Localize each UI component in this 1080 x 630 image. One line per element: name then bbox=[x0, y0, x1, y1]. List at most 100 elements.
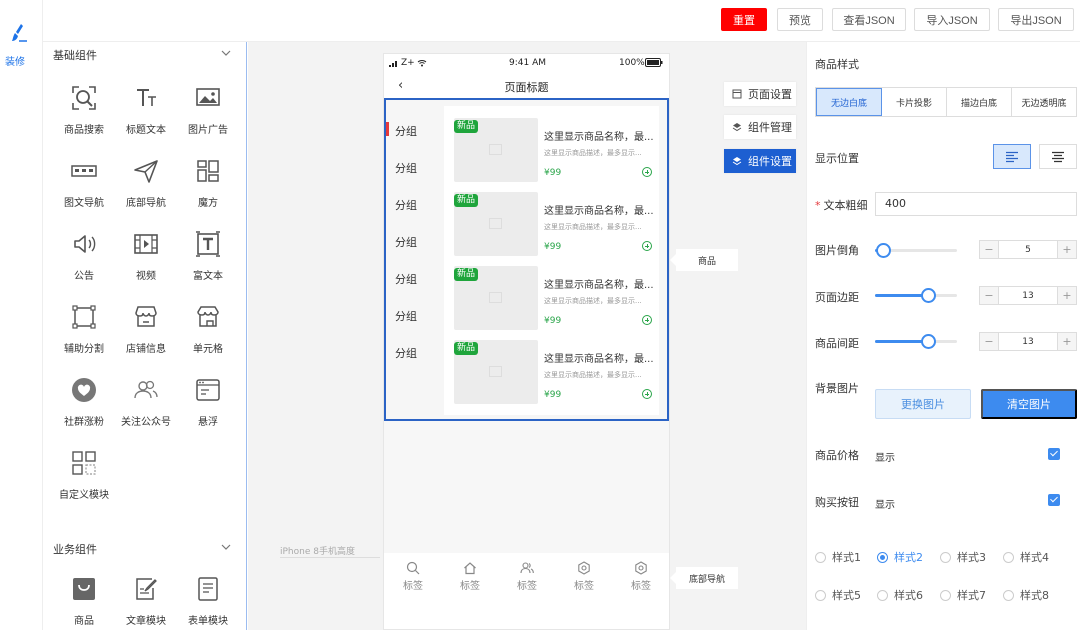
comp-float[interactable]: 悬浮 bbox=[176, 376, 240, 440]
add-cart-icon[interactable] bbox=[642, 389, 652, 399]
add-cart-icon[interactable] bbox=[642, 167, 652, 177]
search-icon bbox=[406, 561, 420, 575]
button-style-radio[interactable]: 样式4 bbox=[1003, 550, 1049, 564]
comp-rich-text[interactable]: 富文本 bbox=[176, 230, 240, 294]
button-style-radio[interactable]: 样式3 bbox=[940, 550, 986, 564]
phone-tabbar[interactable]: 标签 标签 标签 标签 标签 bbox=[384, 553, 669, 629]
increment-button[interactable]: + bbox=[1058, 333, 1076, 350]
comp-form[interactable]: 表单模块 bbox=[176, 575, 240, 630]
preview-button[interactable]: 预览 bbox=[777, 8, 823, 31]
image-placeholder-icon bbox=[489, 292, 502, 303]
comp-cell[interactable]: 单元格 bbox=[176, 303, 240, 367]
style-option[interactable]: 无边白底 bbox=[816, 88, 882, 116]
page-settings-label: 页面设置 bbox=[748, 88, 792, 101]
page-settings-button[interactable]: 页面设置 bbox=[724, 82, 796, 106]
gap-slider[interactable] bbox=[875, 334, 957, 349]
comp-title-text[interactable]: 标题文本 bbox=[114, 84, 178, 148]
tab-item[interactable]: 标签 bbox=[559, 561, 609, 592]
component-settings-button[interactable]: 组件设置 bbox=[724, 149, 796, 173]
tab-item[interactable]: 标签 bbox=[388, 561, 438, 592]
align-left-button[interactable] bbox=[993, 144, 1031, 169]
clear-image-button[interactable]: 清空图片 bbox=[981, 389, 1077, 419]
comp-bottom-nav[interactable]: 底部导航 bbox=[114, 157, 178, 221]
button-style-radio[interactable]: 样式1 bbox=[815, 550, 861, 564]
stepper-value[interactable]: 13 bbox=[998, 333, 1058, 350]
radius-slider[interactable] bbox=[875, 243, 957, 258]
tab-item[interactable]: 标签 bbox=[502, 561, 552, 592]
group-item[interactable]: 分组 bbox=[386, 297, 444, 334]
stepper-value[interactable]: 5 bbox=[998, 241, 1058, 258]
decrement-button[interactable]: − bbox=[980, 241, 998, 258]
comp-custom-module[interactable]: 自定义模块 bbox=[52, 449, 116, 513]
decrement-button[interactable]: − bbox=[980, 287, 998, 304]
goods-price-checkbox[interactable] bbox=[1048, 448, 1060, 460]
comp-label: 公告 bbox=[74, 271, 94, 282]
style-option[interactable]: 描边白底 bbox=[947, 88, 1012, 116]
group-item[interactable]: 分组 bbox=[386, 334, 444, 371]
comp-image-ad[interactable]: 图片广告 bbox=[176, 84, 240, 148]
buy-button-checkbox[interactable] bbox=[1048, 494, 1060, 506]
goods-name: 这里显示商品名称，最... bbox=[544, 280, 654, 291]
group-item[interactable]: 分组 bbox=[386, 149, 444, 186]
comp-image-nav[interactable]: 图文导航 bbox=[52, 157, 116, 221]
font-weight-input[interactable]: 400 bbox=[875, 192, 1077, 216]
comp-follow-account[interactable]: 关注公众号 bbox=[114, 376, 178, 440]
export-json-button[interactable]: 导出JSON bbox=[998, 8, 1074, 31]
goods-style-selector: 无边白底 卡片投影 描边白底 无边透明底 bbox=[815, 87, 1077, 117]
change-image-button[interactable]: 更换图片 bbox=[875, 389, 971, 419]
status-time: 9:41 AM bbox=[509, 58, 546, 68]
comp-magic-cube[interactable]: 魔方 bbox=[176, 157, 240, 221]
import-json-button[interactable]: 导入JSON bbox=[914, 8, 990, 31]
comp-divider[interactable]: 辅助分割 bbox=[52, 303, 116, 367]
comp-store-info[interactable]: 店铺信息 bbox=[114, 303, 178, 367]
align-center-button[interactable] bbox=[1039, 144, 1077, 169]
button-style-radio[interactable]: 样式7 bbox=[940, 588, 986, 602]
slider-knob[interactable] bbox=[875, 243, 891, 258]
slider-knob[interactable] bbox=[920, 334, 936, 349]
button-style-radio[interactable]: 样式6 bbox=[877, 588, 923, 602]
view-json-button[interactable]: 查看JSON bbox=[832, 8, 906, 31]
group-item[interactable]: 分组 bbox=[386, 260, 444, 297]
increment-button[interactable]: + bbox=[1058, 287, 1076, 304]
style-option[interactable]: 无边透明底 bbox=[1012, 88, 1076, 116]
button-style-radio[interactable]: 样式8 bbox=[1003, 588, 1049, 602]
comp-community[interactable]: 社群涨粉 bbox=[52, 376, 116, 440]
margin-slider[interactable] bbox=[875, 288, 957, 303]
tab-item[interactable]: 标签 bbox=[616, 561, 666, 592]
decorate-label[interactable]: 装修 bbox=[0, 53, 30, 68]
decrement-button[interactable]: − bbox=[980, 333, 998, 350]
group-item[interactable]: 分组 bbox=[386, 112, 444, 149]
component-manage-button[interactable]: 组件管理 bbox=[724, 115, 796, 139]
brush-icon[interactable] bbox=[9, 22, 31, 46]
reset-button[interactable]: 重置 bbox=[721, 8, 767, 31]
tab-item[interactable]: 标签 bbox=[445, 561, 495, 592]
add-cart-icon[interactable] bbox=[642, 241, 652, 251]
image-placeholder-icon bbox=[489, 218, 502, 229]
goods-card[interactable]: 新品 这里显示商品名称，最... 这里显示商品描述，最多显示... ¥99 bbox=[454, 266, 659, 332]
chevron-down-icon[interactable] bbox=[220, 47, 232, 59]
increment-button[interactable]: + bbox=[1058, 241, 1076, 258]
margin-label: 页面边距 bbox=[815, 291, 859, 304]
button-style-radio[interactable]: 样式5 bbox=[815, 588, 861, 602]
comp-notice[interactable]: 公告 bbox=[52, 230, 116, 294]
comp-goods-search[interactable]: 商品搜索 bbox=[52, 84, 116, 148]
goods-card[interactable]: 新品 这里显示商品名称，最... 这里显示商品描述，最多显示... ¥99 bbox=[454, 340, 659, 406]
goods-card[interactable]: 新品 这里显示商品名称，最... 这里显示商品描述，最多显示... ¥99 bbox=[454, 192, 659, 258]
component-settings-label: 组件设置 bbox=[748, 155, 792, 168]
comp-goods[interactable]: 商品 bbox=[52, 575, 116, 630]
stepper-value[interactable]: 13 bbox=[998, 287, 1058, 304]
group-item[interactable]: 分组 bbox=[386, 223, 444, 260]
style-option[interactable]: 卡片投影 bbox=[882, 88, 947, 116]
comp-video[interactable]: 视频 bbox=[114, 230, 178, 294]
tab-label: 标签 bbox=[460, 581, 480, 592]
goods-float-label: 商品 bbox=[670, 249, 738, 271]
custom-grid-icon bbox=[72, 451, 96, 475]
add-cart-icon[interactable] bbox=[642, 315, 652, 325]
button-style-radio[interactable]: 样式2 bbox=[877, 550, 923, 564]
group-item[interactable]: 分组 bbox=[386, 186, 444, 223]
goods-card[interactable]: 新品 这里显示商品名称，最... 这里显示商品描述，最多显示... ¥99 bbox=[454, 118, 659, 184]
slider-knob[interactable] bbox=[920, 288, 936, 303]
chevron-down-icon[interactable] bbox=[220, 541, 232, 553]
comp-article[interactable]: 文章模块 bbox=[114, 575, 178, 630]
goods-component[interactable]: 分组 分组 分组 分组 分组 分组 分组 新品 这里显示商品名称，最... 这里… bbox=[384, 98, 669, 421]
